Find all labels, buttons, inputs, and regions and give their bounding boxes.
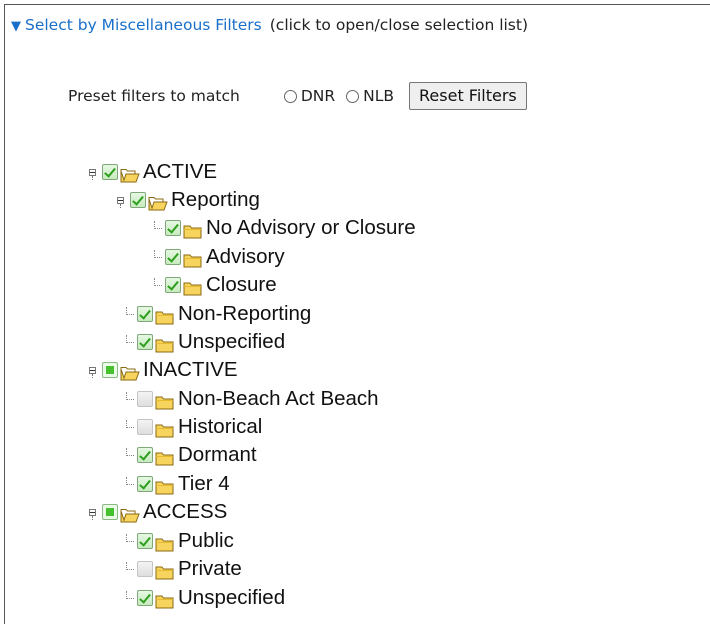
tree-connector [150,250,162,264]
folder-icon [155,335,175,352]
tree-node-label[interactable]: Closure [206,273,277,297]
tree-connector [122,392,134,406]
folder-icon [155,392,175,409]
tree-node-tier-4[interactable]: Tier 4 [122,470,230,498]
collapse-toggle-icon[interactable] [87,505,99,520]
tree-connector [122,448,134,462]
radio-dnr[interactable]: DNR [283,87,335,105]
checkbox-icon[interactable] [137,419,153,435]
folder-icon [155,562,175,579]
tree-connector [150,278,162,292]
tree-connector [122,534,134,548]
radio-nlb-label[interactable]: NLB [363,87,394,105]
checkbox-icon[interactable] [102,362,118,378]
tree-node-access[interactable]: ACCESS [87,498,227,526]
checkbox-icon[interactable] [137,391,153,407]
tree-node-no-advisory-or-closure[interactable]: No Advisory or Closure [150,214,416,242]
folder-icon [155,448,175,465]
checkbox-icon[interactable] [137,533,153,549]
tree-node-active[interactable]: ACTIVE [87,158,217,186]
tree-node-dormant[interactable]: Dormant [122,441,257,469]
tree-node-non-reporting[interactable]: Non-Reporting [122,300,311,328]
checkbox-icon[interactable] [137,334,153,350]
collapse-toggle-icon[interactable] [115,193,127,208]
filters-title[interactable]: Select by Miscellaneous Filters [25,16,262,34]
radio-dnr-circle[interactable] [283,89,297,103]
tree-connector [150,221,162,235]
checkbox-icon[interactable] [130,192,146,208]
folder-icon [183,250,203,267]
folder-icon [155,591,175,608]
folder-open-icon [120,505,140,522]
tree-node-reporting[interactable]: Reporting [115,186,260,214]
folder-icon [155,534,175,551]
tree-node-label[interactable]: Public [178,529,234,553]
expand-triangle-icon[interactable]: ▼ [11,19,21,34]
tree-node-label[interactable]: Non-Beach Act Beach [178,387,379,411]
tree-connector [122,477,134,491]
tree-connector [122,335,134,349]
tree-connector [122,307,134,321]
tree-node-non-beach-act-beach[interactable]: Non-Beach Act Beach [122,385,379,413]
folder-icon [155,307,175,324]
collapse-toggle-icon[interactable] [87,165,99,180]
folder-open-icon [120,363,140,380]
filters-hint: (click to open/close selection list) [269,16,529,34]
tree-connector [122,591,134,605]
tree-node-label[interactable]: Non-Reporting [178,302,311,326]
tree-node-historical[interactable]: Historical [122,413,262,441]
tree-node-public[interactable]: Public [122,527,234,555]
tree-node-label[interactable]: Dormant [178,443,257,467]
folder-icon [183,221,203,238]
tree-node-label[interactable]: Advisory [206,245,285,269]
tree-node-label[interactable]: Unspecified [178,586,285,610]
radio-nlb-circle[interactable] [346,89,360,103]
collapse-toggle-icon[interactable] [87,363,99,378]
filters-toggle-header[interactable]: ▼ Select by Miscellaneous Filters (click t… [11,16,528,34]
folder-open-icon [120,165,140,182]
tree-node-label[interactable]: ACCESS [143,500,227,524]
tree-connector [122,562,134,576]
folder-icon [155,477,175,494]
checkbox-icon[interactable] [165,277,181,293]
tree-node-label[interactable]: Private [178,557,242,581]
tree-connector [122,420,134,434]
tree-node-label[interactable]: Unspecified [178,330,285,354]
tree-node-unspecified[interactable]: Unspecified [122,584,285,612]
checkbox-icon[interactable] [137,476,153,492]
checkbox-icon[interactable] [137,561,153,577]
tree-node-private[interactable]: Private [122,555,242,583]
folder-open-icon [148,193,168,210]
checkbox-icon[interactable] [102,504,118,520]
tree-node-label[interactable]: Historical [178,415,262,439]
checkbox-icon[interactable] [165,249,181,265]
checkbox-icon[interactable] [137,590,153,606]
tree-node-label[interactable]: No Advisory or Closure [206,216,416,240]
tree-node-label[interactable]: Reporting [171,188,260,212]
checkbox-icon[interactable] [102,164,118,180]
tree-node-advisory[interactable]: Advisory [150,243,285,271]
tree-node-unspecified[interactable]: Unspecified [122,328,285,356]
preset-filters-label: Preset filters to match [68,87,240,105]
folder-icon [155,420,175,437]
checkbox-icon[interactable] [137,447,153,463]
checkbox-icon[interactable] [165,220,181,236]
radio-nlb[interactable]: NLB [346,87,394,105]
preset-filters-row: Preset filters to match DNR NLB Reset Fi… [68,81,527,111]
radio-dnr-label[interactable]: DNR [301,87,335,105]
tree-node-closure[interactable]: Closure [150,271,277,299]
reset-filters-button[interactable]: Reset Filters [409,82,527,110]
tree-node-label[interactable]: Tier 4 [178,472,230,496]
tree-node-label[interactable]: INACTIVE [143,358,238,382]
folder-icon [183,278,203,295]
tree-node-label[interactable]: ACTIVE [143,160,217,184]
checkbox-icon[interactable] [137,306,153,322]
tree-node-inactive[interactable]: INACTIVE [87,356,238,384]
